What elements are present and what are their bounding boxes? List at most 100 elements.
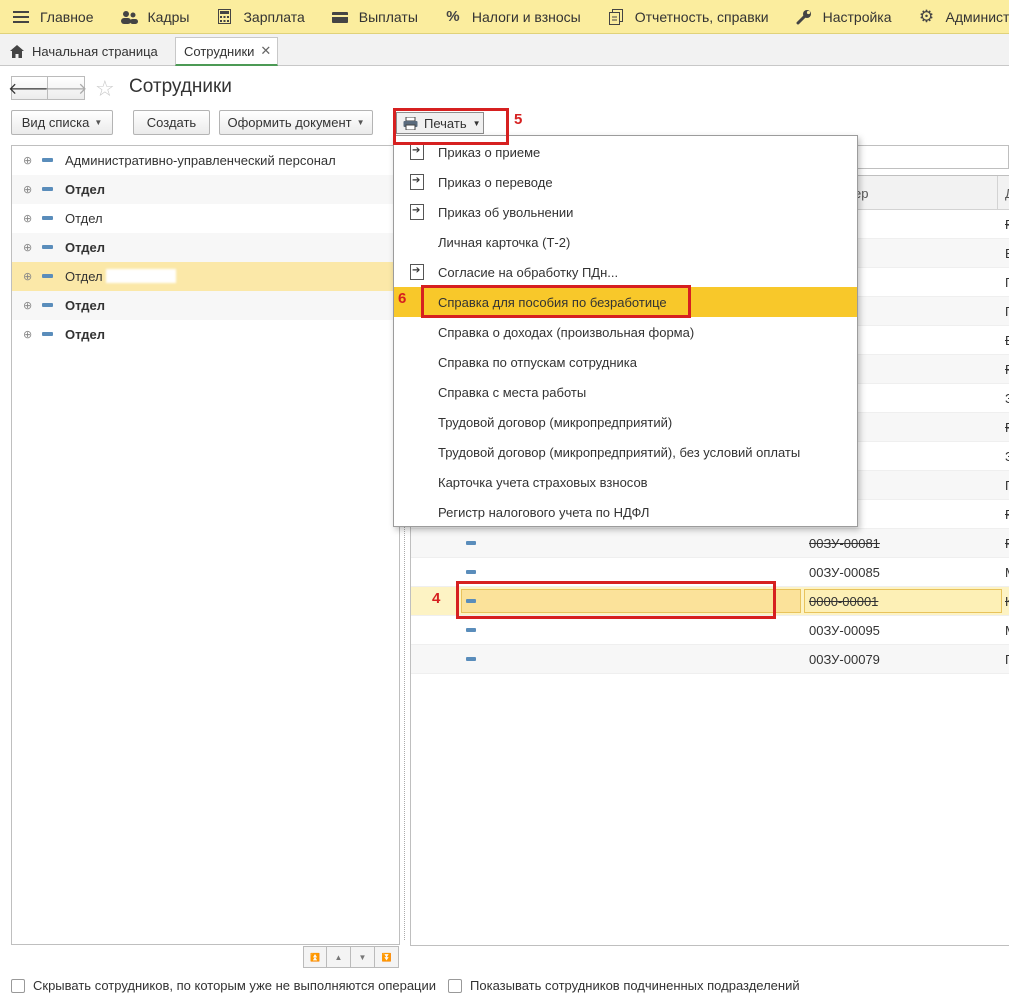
menu-settings[interactable]: Настройка bbox=[783, 0, 906, 33]
employee-number: 00ЗУ-00081 bbox=[809, 536, 880, 551]
menu-salary[interactable]: Зарплата bbox=[203, 0, 318, 33]
employee-number: 00ЗУ-00095 bbox=[809, 623, 880, 638]
group-icon bbox=[42, 216, 53, 220]
menu-reports[interactable]: Отчетность, справки bbox=[595, 0, 783, 33]
menu-label: Администрирование bbox=[945, 8, 1009, 25]
column-header-next[interactable]: Д bbox=[1005, 186, 1009, 201]
menu-taxes[interactable]: % Налоги и взносы bbox=[432, 0, 595, 33]
menu-hr[interactable]: Кадры bbox=[108, 0, 204, 33]
expand-icon[interactable]: ⊕ bbox=[23, 241, 32, 254]
next-column-cell: Р bbox=[1005, 507, 1009, 522]
menu-admin[interactable]: ⚙ Администрирование bbox=[906, 0, 1009, 33]
print-menu-item[interactable]: Трудовой договор (микропредприятий) bbox=[394, 407, 857, 437]
print-menu-item[interactable]: Трудовой договор (микропредприятий), без… bbox=[394, 437, 857, 467]
menu-label: Зарплата bbox=[243, 8, 305, 25]
tree-item-label: Отдел bbox=[65, 182, 106, 197]
create-button[interactable]: Создать bbox=[133, 110, 210, 135]
print-menu-item[interactable]: Справка по отпускам сотрудника bbox=[394, 347, 857, 377]
close-icon[interactable]: ✕ bbox=[260, 43, 271, 59]
employee-icon bbox=[466, 541, 476, 545]
print-menu-item-label: Приказ о переводе bbox=[438, 174, 553, 190]
button-label: Оформить документ bbox=[227, 115, 352, 130]
menu-main[interactable]: Главное bbox=[0, 0, 108, 33]
print-menu-item[interactable]: Согласие на обработку ПДн... bbox=[394, 257, 857, 287]
group-icon bbox=[42, 274, 53, 278]
print-menu-item-label: Согласие на обработку ПДн... bbox=[438, 264, 619, 280]
next-column-cell: Г bbox=[1005, 478, 1009, 493]
employee-number: 00ЗУ-00079 bbox=[809, 652, 880, 667]
tree-item[interactable]: ⊕ Отдел bbox=[12, 291, 399, 320]
tree-item[interactable]: ⊕ Отдел bbox=[12, 204, 399, 233]
back-button[interactable]: 🡐 bbox=[8, 76, 51, 100]
hide-inactive-checkbox[interactable] bbox=[11, 978, 25, 993]
print-menu-item[interactable]: Личная карточка (Т-2) bbox=[394, 227, 857, 257]
print-menu-item[interactable]: Приказ об увольнении bbox=[394, 197, 857, 227]
expand-icon[interactable]: ⊕ bbox=[23, 299, 32, 312]
tree-item-label: Отдел bbox=[65, 240, 106, 255]
table-row[interactable]: 00ЗУ-00081 Р bbox=[411, 529, 1009, 558]
print-menu-item-label: Справка по отпускам сотрудника bbox=[438, 354, 637, 370]
menu-label: Налоги и взносы bbox=[471, 8, 581, 25]
employee-icon bbox=[466, 570, 476, 574]
search-field[interactable] bbox=[855, 145, 1009, 169]
print-menu-item-label: Трудовой договор (микропредприятий) bbox=[438, 414, 673, 430]
tab-home[interactable]: Начальная страница bbox=[0, 37, 166, 66]
expand-icon[interactable]: ⊕ bbox=[23, 328, 32, 341]
tree-item[interactable]: ⊕ Отдел bbox=[12, 233, 399, 262]
home-icon bbox=[10, 45, 24, 58]
expand-icon[interactable]: ⊕ bbox=[23, 270, 32, 283]
tree-item[interactable]: ⊕ Административно-управленческий персона… bbox=[12, 146, 399, 175]
group-icon bbox=[42, 187, 53, 191]
favorite-star-icon[interactable]: ☆ bbox=[95, 76, 115, 102]
tree-item-selected[interactable]: ⊕ Отдел bbox=[12, 262, 399, 291]
tree-item[interactable]: ⊕ Отдел bbox=[12, 320, 399, 349]
page-title: Сотрудники bbox=[129, 76, 232, 97]
print-menu-item[interactable]: Справка с места работы bbox=[394, 377, 857, 407]
expand-icon[interactable]: ⊕ bbox=[23, 212, 32, 225]
print-menu-item-label: Приказ о приеме bbox=[438, 144, 541, 160]
forward-button[interactable]: 🡒 bbox=[44, 76, 88, 100]
top-menu-bar: Главное Кадры Зарплата Выплаты % Налоги … bbox=[0, 0, 1009, 34]
caret-down-icon: ▼ bbox=[356, 118, 365, 127]
calculator-icon bbox=[215, 8, 233, 26]
next-column-cell: Р bbox=[1005, 362, 1009, 377]
print-menu-item[interactable]: Регистр налогового учета по НДФЛ bbox=[394, 497, 857, 527]
gear-icon: ⚙ bbox=[918, 6, 935, 26]
tree-scroll-controls: ⏫ ▲ ▼ ⏬ bbox=[303, 946, 399, 968]
next-column-cell: З bbox=[1005, 391, 1009, 406]
table-row[interactable]: 00ЗУ-00095 М bbox=[411, 616, 1009, 645]
document-arrow-icon bbox=[410, 264, 424, 280]
print-menu-item-label: Справка о доходах (произвольная форма) bbox=[438, 324, 695, 340]
scroll-up-button[interactable]: ▲ bbox=[327, 946, 351, 968]
tree-item-label: Отдел bbox=[65, 269, 103, 284]
scroll-bottom-button[interactable]: ⏬ bbox=[375, 946, 399, 968]
expand-icon[interactable]: ⊕ bbox=[23, 183, 32, 196]
employee-icon bbox=[466, 657, 476, 661]
make-document-button[interactable]: Оформить документ ▼ bbox=[219, 110, 373, 135]
scroll-down-button[interactable]: ▼ bbox=[351, 946, 375, 968]
expand-icon[interactable]: ⊕ bbox=[23, 154, 32, 167]
hamburger-icon bbox=[12, 8, 30, 26]
department-tree: ⊕ Административно-управленческий персона… bbox=[11, 145, 400, 945]
next-column-cell: Р bbox=[1005, 536, 1009, 551]
arrow-right-icon: 🡒 bbox=[44, 80, 88, 98]
print-menu-item[interactable]: Приказ о переводе bbox=[394, 167, 857, 197]
tree-item[interactable]: ⊕ Отдел bbox=[12, 175, 399, 204]
redacted-text bbox=[106, 269, 176, 283]
group-icon bbox=[42, 158, 53, 162]
group-icon bbox=[42, 245, 53, 249]
print-menu-item[interactable]: Справка о доходах (произвольная форма) bbox=[394, 317, 857, 347]
view-list-button[interactable]: Вид списка ▼ bbox=[11, 110, 113, 135]
tree-item-label: Отдел bbox=[65, 327, 106, 342]
wrench-icon bbox=[795, 8, 813, 26]
annotation-label: 5 bbox=[514, 111, 523, 128]
scroll-top-button[interactable]: ⏫ bbox=[303, 946, 327, 968]
employee-number: 0000-00001 bbox=[809, 594, 879, 609]
show-subordinate-checkbox[interactable] bbox=[448, 978, 463, 993]
menu-payments[interactable]: Выплаты bbox=[319, 0, 432, 33]
table-row[interactable]: 00ЗУ-00079 Г bbox=[411, 645, 1009, 674]
tab-bar: Начальная страница Сотрудники ✕ bbox=[0, 34, 1009, 66]
tab-employees[interactable]: Сотрудники ✕ bbox=[175, 37, 278, 66]
footer-options: Скрывать сотрудников, по которым уже не … bbox=[11, 978, 800, 993]
print-menu-item[interactable]: Карточка учета страховых взносов bbox=[394, 467, 857, 497]
